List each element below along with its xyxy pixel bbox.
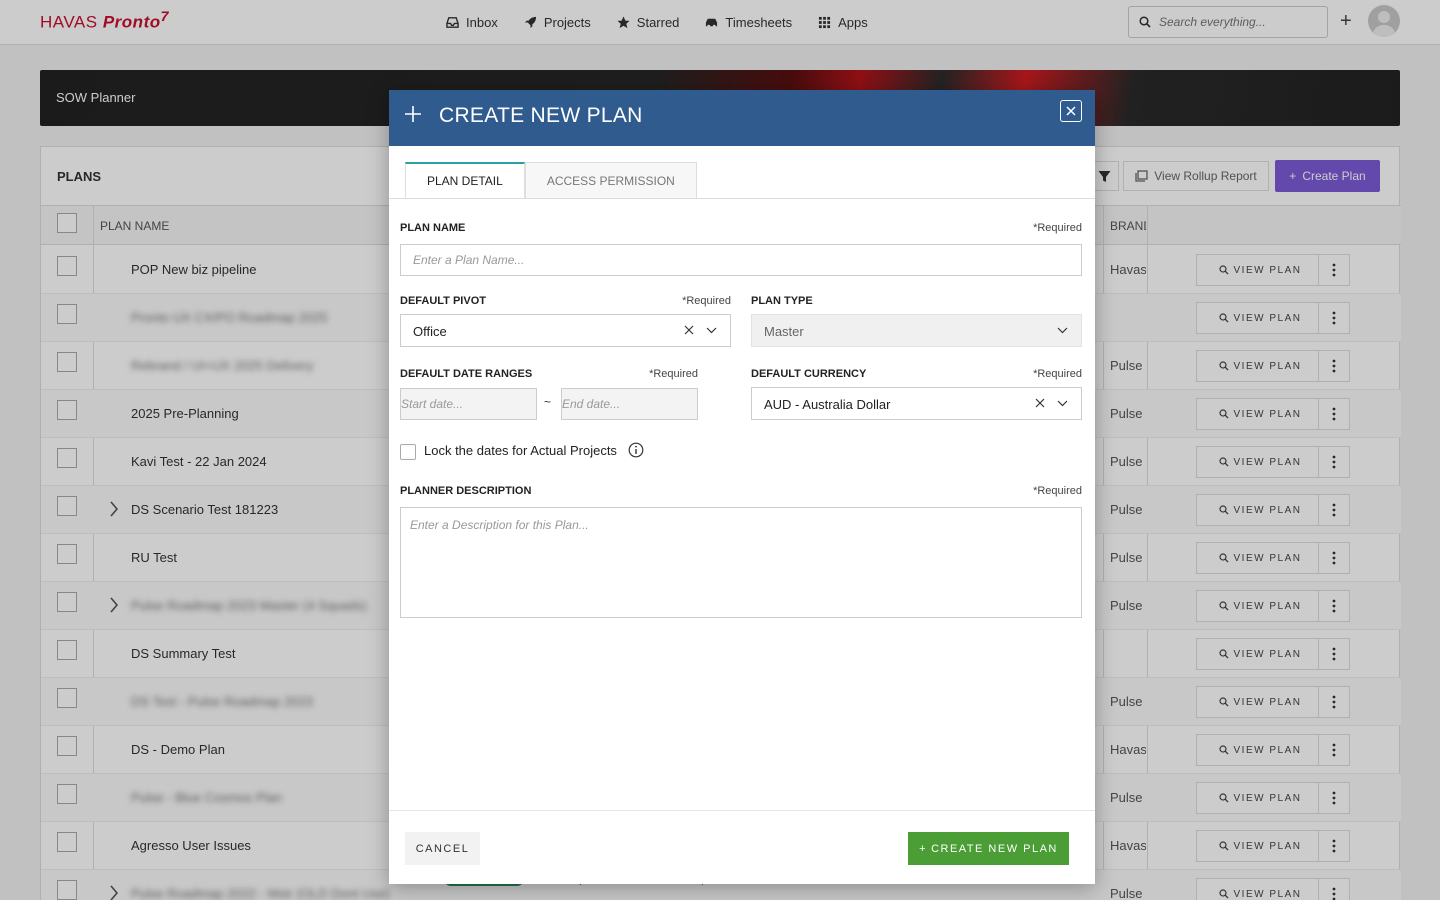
plus-icon: +	[919, 842, 928, 855]
modal-title: CREATE NEW PLAN	[439, 104, 643, 127]
default-pivot-label: DEFAULT PIVOT	[400, 295, 486, 307]
modal-header: CREATE NEW PLAN	[389, 90, 1095, 146]
plan-name-required: *Required	[1033, 222, 1082, 234]
clear-icon[interactable]	[684, 325, 694, 335]
info-icon[interactable]	[628, 442, 644, 458]
plan-type-select: Master	[751, 314, 1082, 347]
currency-label: DEFAULT CURRENCY	[751, 368, 867, 380]
description-label: PLANNER DESCRIPTION	[400, 485, 532, 497]
chevron-down-icon	[1057, 327, 1068, 334]
plan-name-label: PLAN NAME	[400, 222, 466, 234]
close-button[interactable]	[1060, 100, 1082, 122]
chevron-down-icon	[1057, 400, 1068, 407]
description-required: *Required	[1033, 485, 1082, 497]
currency-value: AUD - Australia Dollar	[764, 397, 891, 412]
plus-icon	[405, 106, 421, 122]
plan-type-value: Master	[764, 324, 804, 339]
close-icon	[1066, 106, 1076, 116]
create-new-plan-label: CREATE NEW PLAN	[931, 842, 1058, 855]
tab-access-permission[interactable]: ACCESS PERMISSION	[524, 162, 697, 199]
lock-dates-checkbox[interactable]	[400, 444, 416, 460]
default-pivot-select[interactable]: Office	[400, 314, 731, 347]
date-range-required: *Required	[649, 368, 698, 380]
plan-name-input[interactable]	[400, 244, 1082, 276]
clear-icon[interactable]	[1035, 398, 1045, 408]
lock-dates-label[interactable]: Lock the dates for Actual Projects	[424, 443, 617, 458]
start-date-input[interactable]	[400, 388, 537, 420]
tabs-divider	[389, 198, 1095, 199]
end-date-input[interactable]	[561, 388, 698, 420]
cancel-button[interactable]: CANCEL	[405, 832, 480, 865]
currency-select[interactable]: AUD - Australia Dollar	[751, 387, 1082, 420]
tab-plan-detail[interactable]: PLAN DETAIL	[405, 162, 525, 199]
description-textarea[interactable]	[400, 507, 1082, 618]
create-new-plan-button[interactable]: + CREATE NEW PLAN	[908, 832, 1069, 865]
modal-tabs: PLAN DETAIL ACCESS PERMISSION	[405, 162, 697, 199]
plan-type-label: PLAN TYPE	[751, 295, 813, 307]
currency-required: *Required	[1033, 368, 1082, 380]
modal-footer: CANCEL + CREATE NEW PLAN	[389, 810, 1095, 884]
create-plan-modal: CREATE NEW PLAN PLAN DETAIL ACCESS PERMI…	[389, 90, 1095, 884]
date-range-label: DEFAULT DATE RANGES	[400, 368, 533, 380]
chevron-down-icon	[706, 327, 717, 334]
default-pivot-required: *Required	[682, 295, 731, 307]
date-separator: ~	[544, 395, 552, 409]
default-pivot-value: Office	[413, 324, 447, 339]
